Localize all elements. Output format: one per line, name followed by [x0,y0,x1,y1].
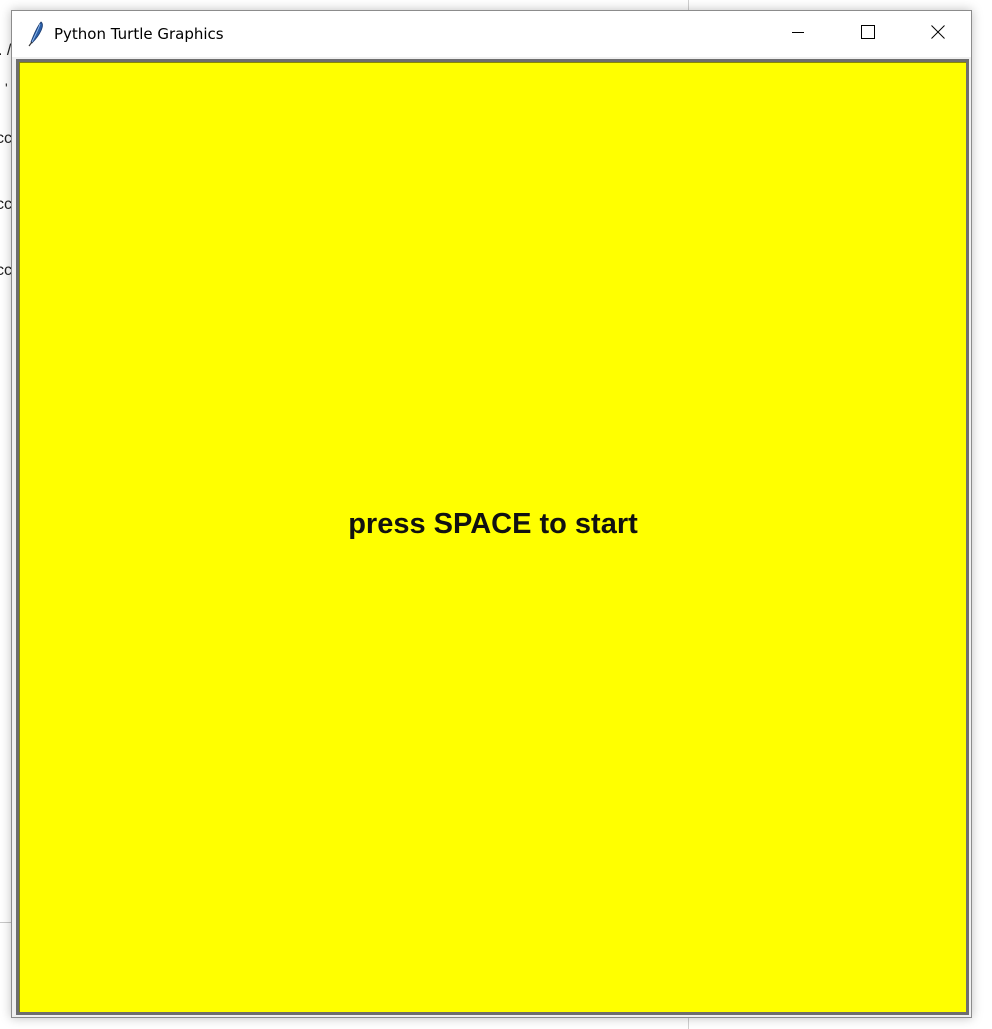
minimize-button[interactable] [775,11,821,57]
start-message: press SPACE to start [348,508,638,540]
maximize-icon [861,24,875,44]
window-title: Python Turtle Graphics [54,25,224,43]
close-button[interactable] [915,11,961,57]
turtle-canvas[interactable]: press SPACE to start [19,62,966,1012]
minimize-icon [791,25,805,44]
turtle-window: Python Turtle Graphics press SPACE to st… [11,10,972,1018]
feather-icon [26,21,46,47]
background-text-fragment: . / [0,42,12,59]
background-text-fragment: ' [5,80,8,96]
close-icon [931,24,945,44]
maximize-button[interactable] [845,11,891,57]
title-bar[interactable]: Python Turtle Graphics [12,11,971,57]
canvas-frame: press SPACE to start [16,59,969,1015]
